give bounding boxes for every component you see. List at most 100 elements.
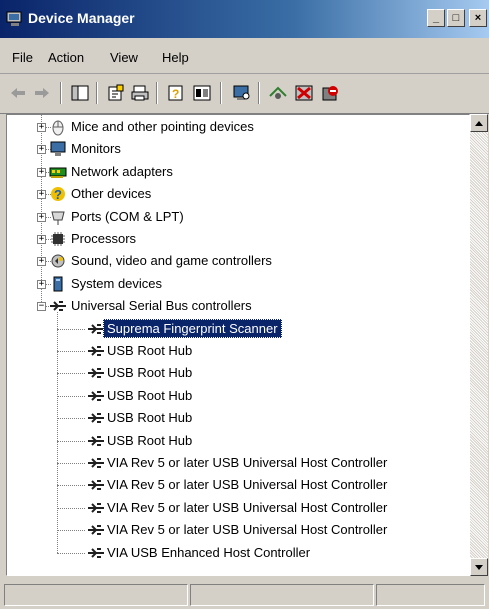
disable-icon[interactable] [320, 84, 340, 102]
status-panel [190, 584, 374, 606]
status-panel [4, 584, 188, 606]
tree-device-label: VIA Rev 5 or later USB Universal Host Co… [107, 477, 388, 493]
tree-device-row[interactable]: VIA Rev 5 or later USB Universal Host Co… [7, 474, 469, 496]
tree-connector [57, 395, 85, 397]
processor-icon [51, 232, 65, 246]
collapse-toggle[interactable]: − [37, 302, 46, 312]
tree-category-row[interactable]: +? Other devices [7, 183, 469, 205]
title-bar[interactable]: Device Manager _ □ × [0, 0, 489, 38]
usb-device-icon [88, 368, 104, 379]
forward-arrow-icon[interactable] [32, 84, 52, 102]
tree-device-row[interactable]: USB Root Hub [7, 340, 469, 362]
tree-connector [57, 507, 85, 509]
scroll-up-button[interactable] [470, 114, 488, 132]
svg-text:?: ? [54, 187, 62, 202]
tree-category-label: Sound, video and game controllers [71, 253, 272, 269]
tree-device-row[interactable]: VIA Rev 5 or later USB Universal Host Co… [7, 452, 469, 474]
usb-device-icon [88, 458, 104, 468]
properties-icon[interactable] [106, 84, 126, 102]
tree-device-label: VIA Rev 5 or later USB Universal Host Co… [107, 499, 388, 515]
status-panel [376, 584, 485, 606]
tree-device-row[interactable]: Suprema Fingerprint Scanner [7, 318, 469, 340]
window-title: Device Manager [28, 10, 135, 26]
tree-connector [57, 552, 85, 554]
tree-device-row[interactable]: USB Root Hub [7, 407, 469, 429]
unknown-device-icon: ? [51, 187, 65, 202]
expand-toggle[interactable]: + [37, 279, 46, 289]
system-device-icon [53, 276, 63, 292]
usb-device-icon [88, 502, 104, 513]
tree-device-row[interactable]: VIA USB Enhanced Host Controller [7, 542, 469, 564]
toolbar: ? [0, 74, 489, 114]
view-icon[interactable] [192, 84, 212, 102]
usb-device-icon [88, 435, 104, 446]
update-driver-icon[interactable] [268, 84, 288, 102]
status-bar [0, 578, 489, 609]
toolbar-separator [96, 82, 98, 104]
tree-device-label: VIA Rev 5 or later USB Universal Host Co… [107, 522, 388, 538]
tree-category-row[interactable]: + Sound, video and game controllers [7, 250, 469, 272]
tree-device-label: USB Root Hub [107, 410, 193, 426]
tree-category-label: Mice and other pointing devices [71, 119, 254, 134]
tree-device-row[interactable]: USB Root Hub [7, 385, 469, 407]
console-tree-icon[interactable] [70, 84, 90, 102]
tree-category-row[interactable]: + Monitors [7, 138, 469, 160]
expand-toggle[interactable]: + [37, 235, 46, 244]
back-arrow-icon[interactable] [8, 84, 28, 102]
print-icon[interactable] [130, 84, 150, 102]
usb-device-icon [88, 525, 104, 536]
device-tree[interactable]: + Mice and other pointing devices + Monitor… [6, 114, 470, 576]
expand-toggle[interactable]: + [37, 145, 46, 155]
device-manager-window: Device Manager _ □ × File Action View He… [0, 0, 489, 609]
tree-category-label: Network adapters [71, 163, 173, 179]
menu-help[interactable]: Help [162, 50, 189, 65]
expand-toggle[interactable]: + [37, 257, 46, 267]
toolbar-separator [60, 82, 62, 104]
expand-toggle[interactable]: + [37, 167, 46, 177]
tree-category-label: Other devices [71, 186, 152, 202]
tree-category-row[interactable]: + System devices [7, 273, 469, 295]
tree-device-label: VIA USB Enhanced Host Controller [107, 544, 311, 560]
device-manager-app-icon [6, 11, 22, 26]
expand-toggle[interactable]: + [37, 190, 46, 200]
maximize-button[interactable]: □ [447, 9, 465, 27]
tree-device-row[interactable]: USB Root Hub [7, 430, 469, 452]
svg-text:?: ? [172, 87, 179, 101]
usb-device-icon [88, 346, 104, 356]
tree-category-row[interactable]: + Network adapters [7, 161, 469, 183]
help-icon[interactable]: ? [166, 84, 186, 102]
menu-file[interactable]: File [12, 50, 33, 65]
tree-device-label: VIA Rev 5 or later USB Universal Host Co… [107, 455, 388, 470]
tree-device-row[interactable]: VIA Rev 5 or later USB Universal Host Co… [7, 497, 469, 519]
minimize-button[interactable]: _ [427, 9, 445, 27]
tree-category-row[interactable]: + Ports (COM & LPT) [7, 206, 469, 228]
tree-category-row[interactable]: + Processors [7, 228, 469, 250]
close-button[interactable]: × [469, 9, 487, 27]
tree-category-row[interactable]: − Universal Serial Bus controllers [7, 295, 469, 317]
tree-connector [57, 463, 85, 464]
tree-category-label: Universal Serial Bus controllers [71, 298, 252, 314]
tree-category-row[interactable]: + Mice and other pointing devices [7, 116, 469, 138]
tree-category-label: Ports (COM & LPT) [71, 208, 184, 224]
menu-action[interactable]: Action [48, 50, 84, 65]
toolbar-separator [258, 82, 260, 104]
menu-bar: File Action View Help [0, 38, 489, 74]
tree-connector [57, 418, 85, 420]
tree-connector [57, 530, 85, 532]
tree-connector [57, 373, 85, 375]
tree-device-label: USB Root Hub [107, 365, 193, 381]
expand-toggle[interactable]: + [37, 212, 46, 222]
tree-device-row[interactable]: VIA Rev 5 or later USB Universal Host Co… [7, 519, 469, 541]
menu-view[interactable]: View [110, 50, 138, 65]
tree-connector [57, 485, 85, 487]
uninstall-icon[interactable] [294, 84, 314, 102]
tree-connector [57, 440, 85, 442]
vertical-scrollbar[interactable] [470, 114, 488, 576]
scroll-down-button[interactable] [470, 558, 488, 576]
monitor-icon [50, 141, 66, 157]
expand-toggle[interactable]: + [37, 123, 46, 132]
tree-device-row[interactable]: USB Root Hub [7, 362, 469, 384]
usb-device-icon [88, 480, 104, 491]
tree-category-label: Monitors [71, 141, 121, 157]
scan-hardware-icon[interactable] [232, 84, 252, 102]
